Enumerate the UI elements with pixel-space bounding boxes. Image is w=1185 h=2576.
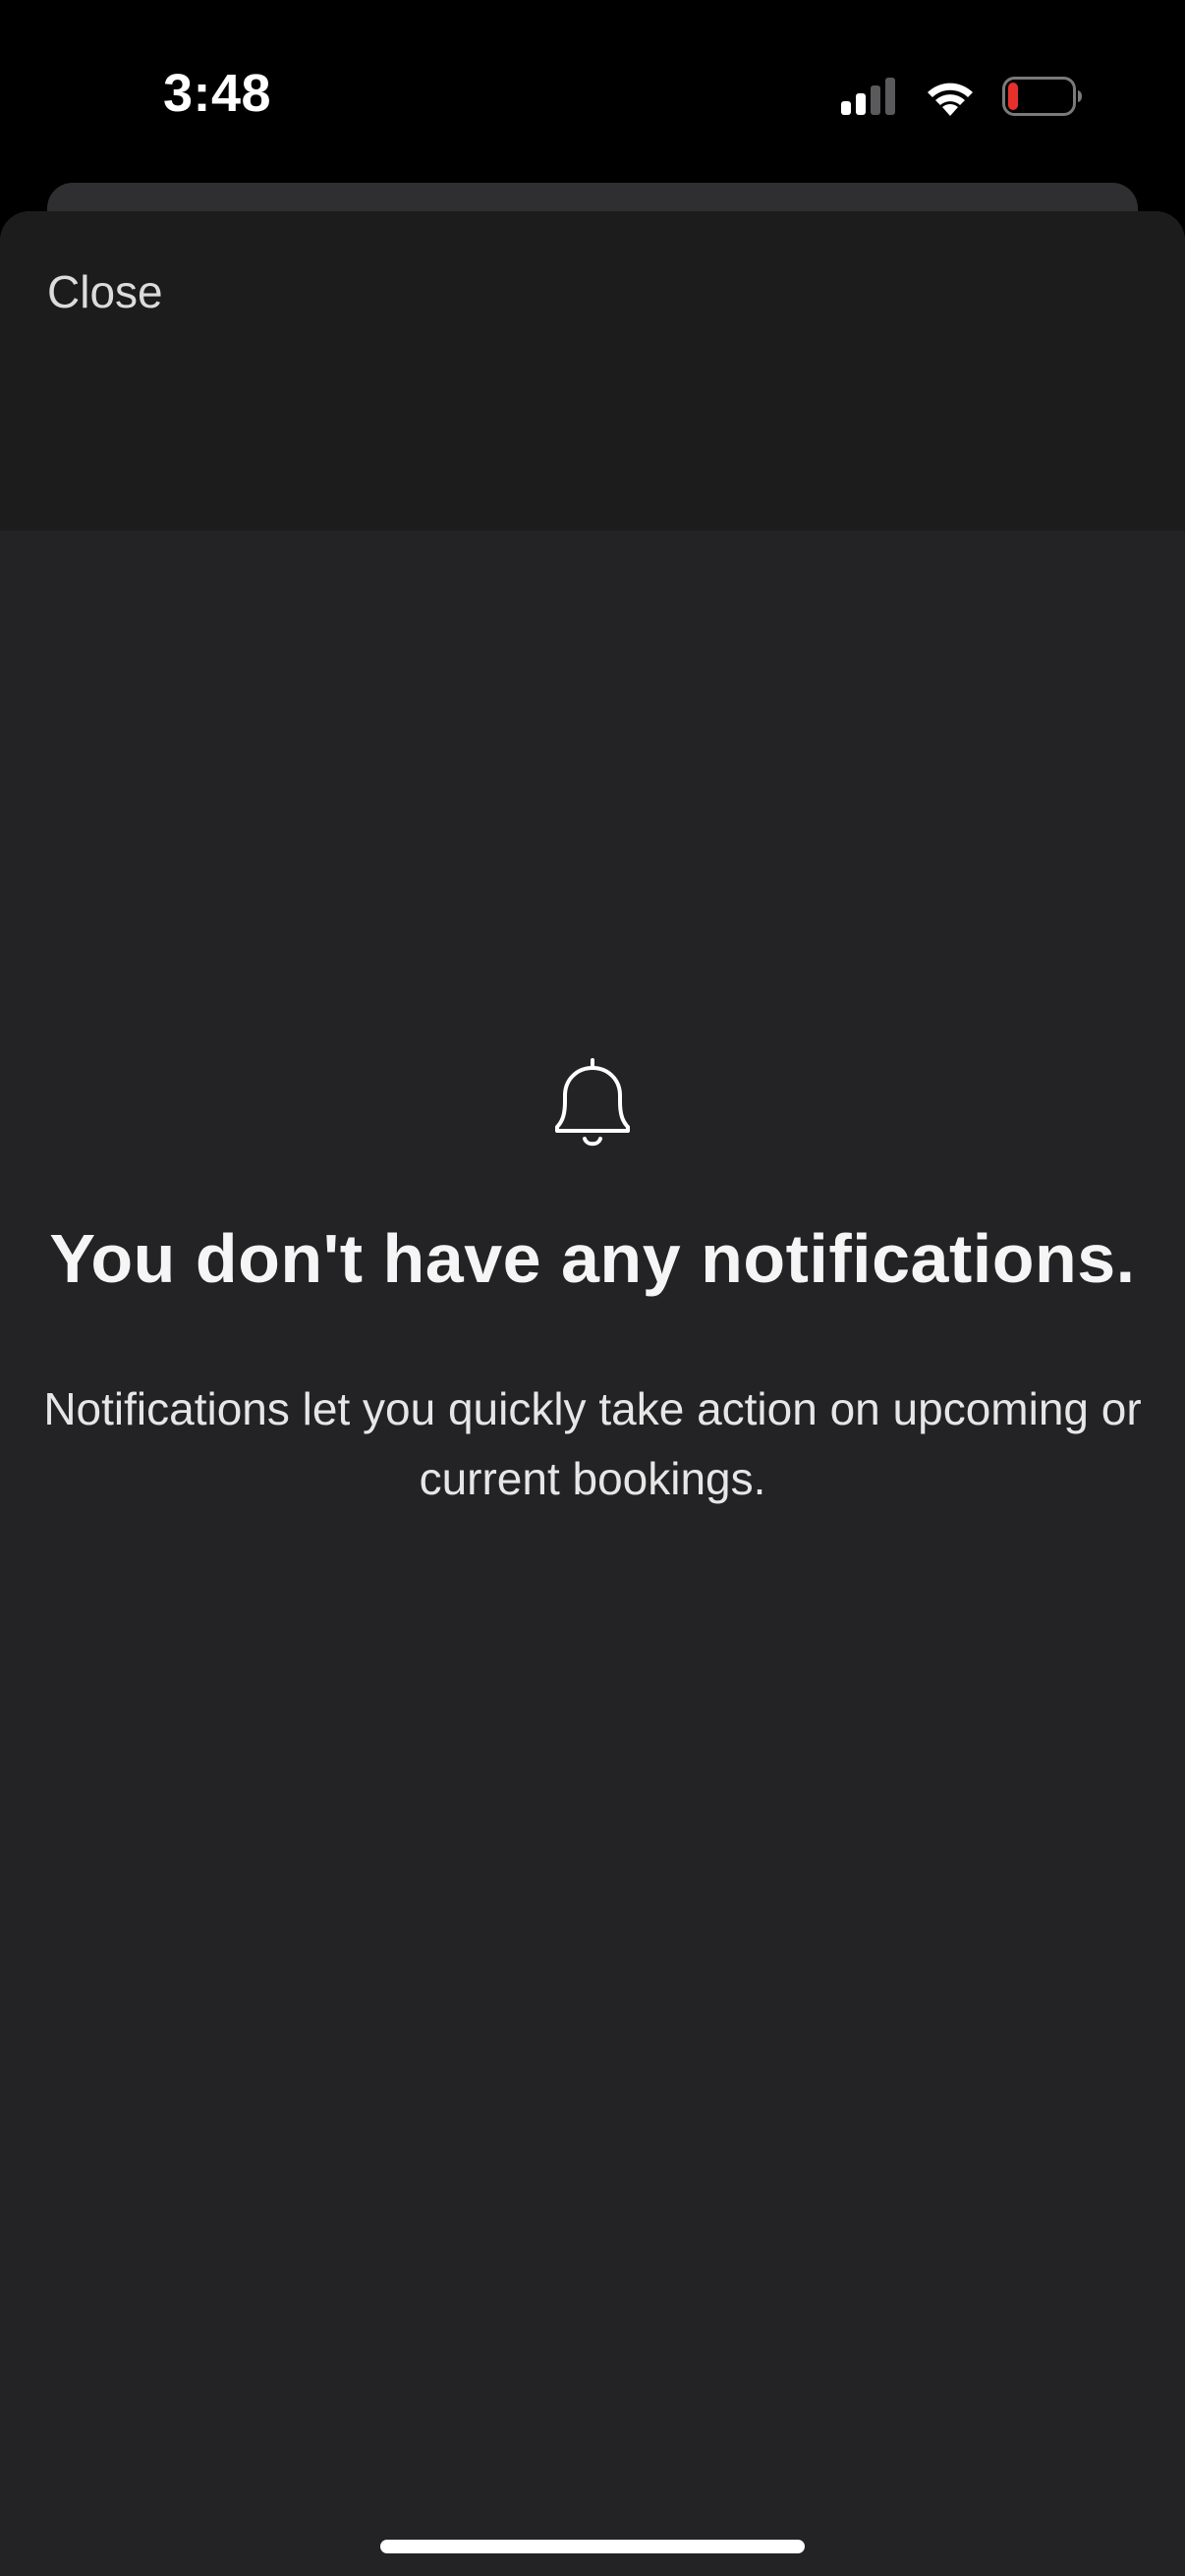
wifi-icon — [928, 83, 973, 116]
home-indicator[interactable] — [380, 2540, 805, 2553]
screen: 3:48 Close You don't have any notificati… — [0, 0, 1185, 2576]
battery-icon — [1002, 77, 1082, 116]
cellular-signal-icon — [841, 78, 895, 115]
status-icons — [841, 73, 1083, 120]
bell-icon — [555, 1058, 630, 1147]
status-time: 3:48 — [163, 64, 272, 123]
close-button[interactable]: Close — [47, 265, 163, 318]
empty-state-title: You don't have any notifications. — [49, 1220, 1136, 1297]
empty-state-description: Notifications let you quickly take actio… — [43, 1383, 1142, 1504]
sheet-header: Close — [0, 211, 1185, 531]
status-bar: 3:48 — [0, 0, 1185, 187]
empty-state: You don't have any notifications. Notifi… — [0, 1056, 1185, 1514]
